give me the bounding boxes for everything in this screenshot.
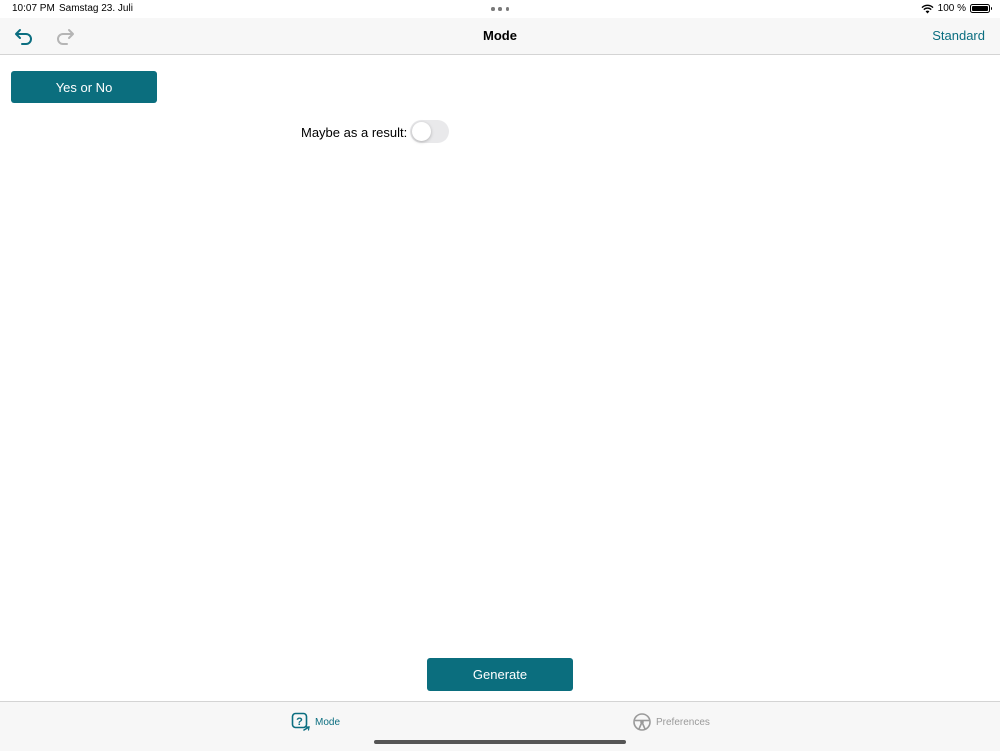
toggle-knob <box>412 122 431 141</box>
navigation-bar: Mode Standard <box>0 18 1000 55</box>
tab-preferences[interactable]: Preferences <box>632 712 710 732</box>
maybe-toggle[interactable] <box>410 120 449 143</box>
mode-yes-or-no-button[interactable]: Yes or No <box>11 71 157 103</box>
tab-mode[interactable]: ? Mode <box>291 712 340 732</box>
tab-mode-label: Mode <box>315 716 341 728</box>
tab-preferences-label: Preferences <box>656 716 710 728</box>
question-dice-icon: ? <box>291 712 310 731</box>
home-indicator[interactable] <box>374 740 626 744</box>
status-bar: 10:07 PM Samstag 23. Juli 100 % <box>0 0 1000 18</box>
status-time: 10:07 PM <box>12 3 55 14</box>
multitasking-dots-icon[interactable] <box>491 7 509 11</box>
battery-icon <box>970 4 992 13</box>
status-date: Samstag 23. Juli <box>59 3 133 14</box>
page-title: Mode <box>483 28 517 43</box>
generate-button[interactable]: Generate <box>427 658 573 691</box>
maybe-label: Maybe as a result: <box>301 125 408 140</box>
steering-wheel-icon <box>633 713 651 731</box>
svg-text:?: ? <box>296 716 303 728</box>
battery-percent: 100 % <box>937 3 966 14</box>
standard-button[interactable]: Standard <box>932 28 985 43</box>
wifi-icon <box>921 4 934 13</box>
status-right: 100 % <box>921 3 992 14</box>
